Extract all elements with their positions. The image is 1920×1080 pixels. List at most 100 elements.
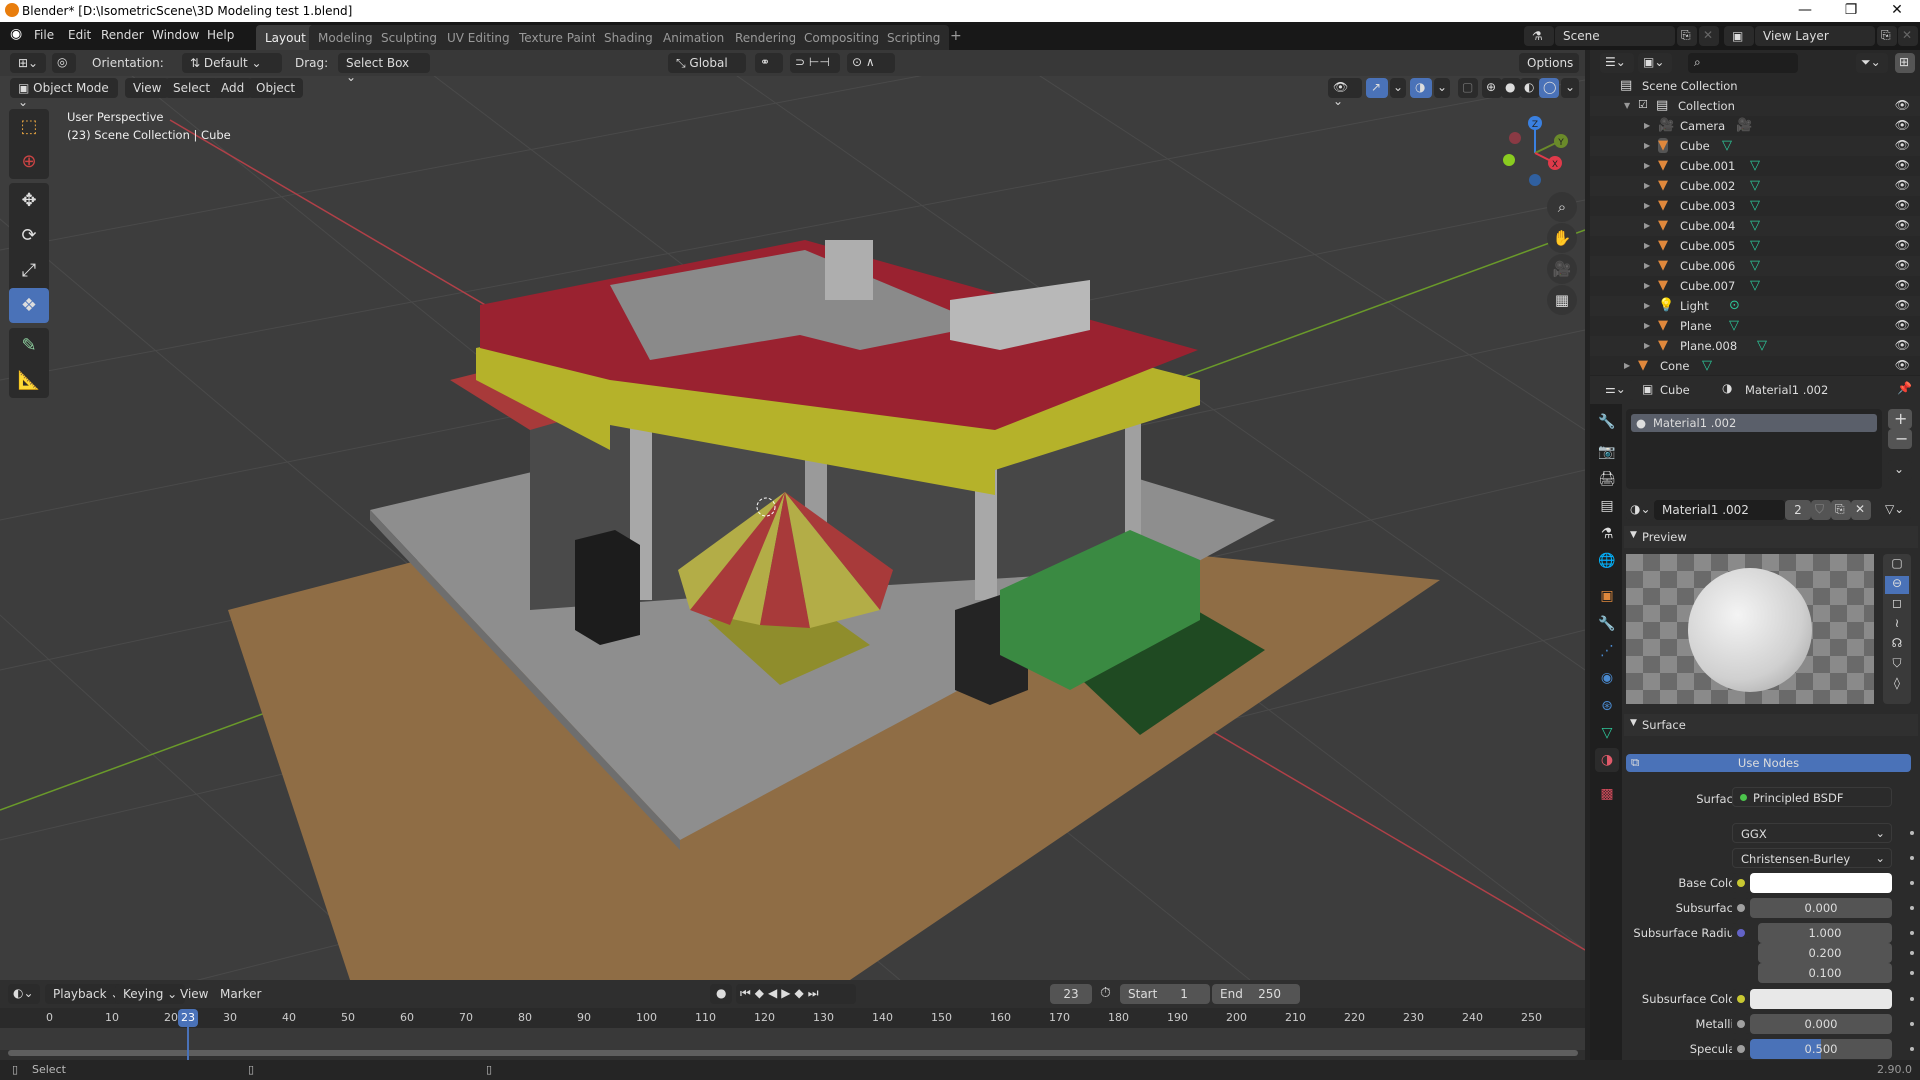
mesh-data-icon[interactable]: ▽ (1750, 198, 1760, 213)
gizmo-dropdown-icon[interactable]: ⌄ (1390, 78, 1406, 98)
minimize-button[interactable]: — (1782, 2, 1828, 20)
end-frame-field[interactable]: End 250 (1212, 984, 1300, 1004)
preview-monkey-icon[interactable]: ☊ (1885, 636, 1909, 654)
outliner-item[interactable]: ▶ ▼ Cube ▽ 👁 (1590, 136, 1920, 156)
particles-tab-icon[interactable]: ⋰ (1595, 639, 1619, 663)
color-field[interactable] (1750, 873, 1892, 893)
delete-view-layer-icon[interactable]: ✕ (1898, 26, 1918, 46)
scale-tool-icon[interactable]: ⤢ (9, 253, 49, 288)
material-preview-shading-icon[interactable]: ◐ (1520, 78, 1540, 98)
xray-toggle-icon[interactable]: ▢ (1458, 78, 1478, 98)
disclosure-arrow-icon[interactable]: ▶ (1644, 341, 1650, 350)
playback-controls[interactable]: ⏮◆◀▶◆⏭ (736, 984, 856, 1004)
preview-hair-icon[interactable]: ≀ (1885, 616, 1909, 634)
keyframe-dot[interactable] (1910, 906, 1914, 910)
pan-view-icon[interactable]: ✋ (1547, 223, 1577, 253)
new-collection-icon[interactable]: ⊞ (1895, 53, 1915, 73)
menu-help[interactable]: Help (207, 28, 234, 42)
unlink-material-icon[interactable]: ✕ (1851, 500, 1871, 520)
tab-rendering[interactable]: Rendering (726, 25, 806, 50)
keyframe-dot[interactable] (1910, 1047, 1914, 1051)
visibility-eye-icon[interactable]: 👁 (1895, 178, 1910, 192)
value-field[interactable]: 1.000 (1758, 923, 1892, 943)
pivot-point-icon[interactable]: ⚭ (755, 53, 783, 73)
link-data-icon[interactable]: ▽⌄ (1881, 500, 1911, 520)
rotate-tool-icon[interactable]: ⟳ (9, 218, 49, 253)
outliner-item[interactable]: ▶ ▼ Cube.005 ▽ 👁 (1590, 236, 1920, 256)
disclosure-arrow-icon[interactable]: ▶ (1644, 221, 1650, 230)
outliner-item[interactable]: ▶ ▼ Plane.008 ▽ 👁 (1590, 336, 1920, 356)
gizmo-neg-x[interactable] (1509, 132, 1521, 144)
outliner-item[interactable]: ▶ ▼ Cube.003 ▽ 👁 (1590, 196, 1920, 216)
keyframe-dot[interactable] (1910, 997, 1914, 1001)
tab-compositing[interactable]: Compositing (795, 25, 889, 50)
shading-dropdown-icon[interactable]: ⌄ (1561, 78, 1579, 98)
browse-material-icon[interactable]: ◑⌄ (1626, 500, 1654, 520)
outliner-item[interactable]: ▶ 💡 Light ⊙ 👁 (1590, 296, 1920, 316)
outliner-scene-collection[interactable]: ▤ Scene Collection (1590, 76, 1920, 96)
preview-fluid-icon[interactable]: ◊ (1885, 676, 1909, 694)
cursor-tool-icon[interactable]: ⊕ (9, 144, 49, 179)
socket-icon[interactable] (1732, 1039, 1750, 1059)
3d-viewport[interactable]: ⊞⌄ ◎ Orientation: ⇅ Default ⌄ Drag: Sele… (0, 50, 1585, 980)
playhead-line[interactable] (187, 1027, 189, 1060)
disclosure-arrow-icon[interactable]: ▶ (1644, 161, 1650, 170)
disclosure-arrow-icon[interactable]: ▶ (1644, 121, 1650, 130)
disclosure-arrow-icon[interactable]: ▶ (1644, 321, 1650, 330)
move-tool-icon[interactable]: ✥ (9, 183, 49, 218)
disclosure-arrow-icon[interactable]: ▶ (1644, 261, 1650, 270)
disclosure-arrow-icon[interactable]: ▶ (1644, 141, 1650, 150)
add-menu[interactable]: Add (213, 78, 253, 98)
visibility-eye-icon[interactable]: 👁 (1895, 278, 1910, 292)
solid-shading-icon[interactable]: ● (1501, 78, 1521, 98)
preview-sphere-icon[interactable]: ⊖ (1885, 576, 1909, 594)
tab-modeling[interactable]: Modeling (309, 25, 382, 50)
socket-icon[interactable] (1732, 989, 1750, 1009)
preview-cube-icon[interactable]: ◻ (1885, 596, 1909, 614)
timeline-editor-type-icon[interactable]: ◐⌄ (8, 984, 40, 1004)
fake-user-icon[interactable]: ⛉ (1811, 500, 1831, 520)
socket-icon[interactable] (1732, 873, 1750, 893)
keyframe-dot[interactable] (1910, 951, 1914, 955)
material-slot-list[interactable]: ● Material1 .002 (1626, 409, 1882, 489)
texture-tab-icon[interactable]: ▩ (1595, 782, 1619, 806)
visibility-eye-icon[interactable]: 👁 (1895, 218, 1910, 232)
properties-editor-type-icon[interactable]: ⚌⌄ (1600, 380, 1634, 400)
constraints-tab-icon[interactable]: ⊛ (1595, 694, 1619, 718)
rendered-shading-icon[interactable]: ◯ (1539, 78, 1559, 98)
disclosure-arrow-icon[interactable]: ▶ (1624, 361, 1630, 370)
visibility-eye-icon[interactable]: 👁 (1895, 318, 1910, 332)
camera-data-icon[interactable]: 🎥 (1736, 118, 1752, 133)
visibility-eye-icon[interactable]: 👁 (1895, 158, 1910, 172)
drag-dropdown[interactable]: Select Box ⌄ (338, 53, 430, 84)
disclosure-arrow-icon[interactable]: ▶ (1644, 181, 1650, 190)
display-mode-icon[interactable]: ▣⌄ (1638, 53, 1672, 73)
options-dropdown[interactable]: Options (1519, 53, 1579, 73)
object-menu[interactable]: Object (248, 78, 304, 98)
timeline-view-menu[interactable]: View (180, 987, 208, 1001)
mesh-data-icon[interactable]: ▽ (1750, 158, 1760, 173)
select-menu[interactable]: Select (165, 78, 219, 98)
exclude-checkbox[interactable]: ☑ (1638, 98, 1648, 111)
keying-menu[interactable]: Keying ⌄ (115, 984, 186, 1004)
new-view-layer-icon[interactable]: ⎘ (1877, 26, 1897, 46)
mesh-data-icon[interactable]: ▽ (1750, 278, 1760, 293)
outliner-item[interactable]: ▶ ▼ Cube.002 ▽ 👁 (1590, 176, 1920, 196)
mesh-data-icon[interactable]: ▽ (1722, 138, 1732, 153)
mesh-data-icon[interactable]: ▽ (1750, 238, 1760, 253)
visibility-eye-icon[interactable]: 👁 (1895, 118, 1910, 132)
distribution-dropdown[interactable]: GGX ⌄ (1732, 823, 1892, 843)
data-tab-icon[interactable]: ▽ (1595, 721, 1619, 745)
material-name-field[interactable]: Material1 .002 (1654, 500, 1785, 520)
socket-icon[interactable] (1732, 923, 1750, 943)
visibility-eye-icon[interactable]: 👁 (1895, 198, 1910, 212)
gizmo-neg-y[interactable] (1503, 154, 1515, 166)
keyframe-dot[interactable] (1910, 1022, 1914, 1026)
ortho-toggle-icon[interactable]: ▦ (1547, 285, 1577, 315)
keyframe-dot[interactable] (1910, 931, 1914, 935)
socket-icon[interactable] (1732, 898, 1750, 918)
zoom-view-icon[interactable]: ⌕ (1547, 192, 1577, 222)
value-field[interactable]: 0.000 (1750, 898, 1892, 918)
visibility-selectability-icon[interactable]: 👁⌄ (1328, 78, 1362, 108)
outliner-item[interactable]: ▶ ▼ Cone ▽ 👁 (1590, 356, 1920, 376)
